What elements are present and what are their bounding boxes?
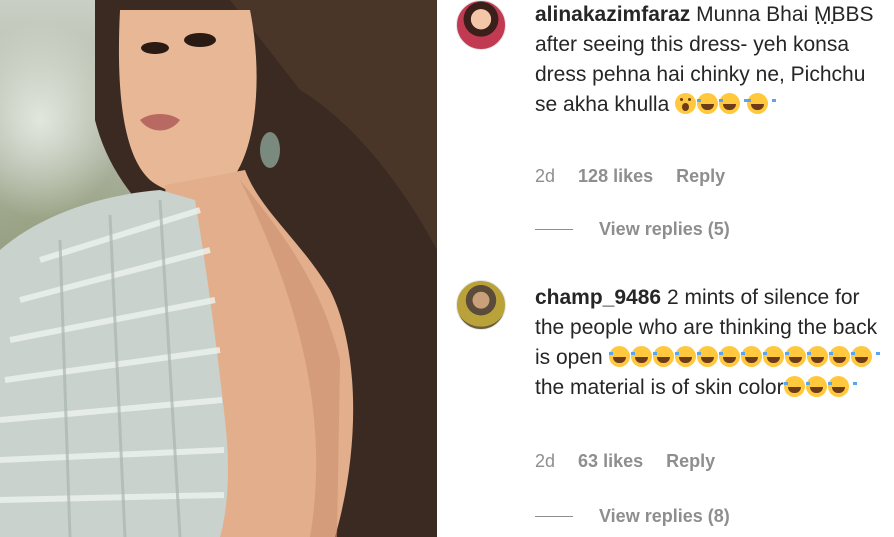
view-replies-button[interactable]: View replies (8) <box>535 506 730 527</box>
comment-meta: 2d 128 likes Reply <box>535 166 743 187</box>
reply-button[interactable]: Reply <box>666 451 715 471</box>
face-with-tears-of-joy-icon <box>696 346 726 367</box>
comment-username[interactable]: alinakazimfaraz <box>535 3 690 26</box>
face-with-open-mouth-icon <box>675 93 697 114</box>
face-with-tears-of-joy-icon <box>827 376 857 397</box>
likes-count[interactable]: 63 likes <box>578 451 643 471</box>
view-replies-label: View replies (8) <box>599 506 730 526</box>
comment-body: the material is of skin color <box>535 376 784 399</box>
face-with-tears-of-joy-icon <box>740 346 770 367</box>
face-with-tears-of-joy-icon <box>762 346 792 367</box>
view-replies-line <box>535 516 573 517</box>
face-with-tears-of-joy-icon <box>718 346 748 367</box>
panel-divider <box>437 0 449 537</box>
face-with-tears-of-joy-icon <box>805 376 835 397</box>
face-with-tears-of-joy-icon <box>652 346 682 367</box>
comment-username[interactable]: champ_9486 <box>535 286 661 309</box>
post-photo <box>0 0 437 537</box>
face-with-tears-of-joy-icon <box>784 346 814 367</box>
view-replies-line <box>535 229 573 230</box>
view-replies-label: View replies (5) <box>599 219 730 239</box>
comment-meta: 2d 63 likes Reply <box>535 451 733 472</box>
face-with-tears-of-joy-icon <box>674 346 704 367</box>
comment-text: champ_9486 2 mints of silence for the pe… <box>535 283 880 403</box>
more-options-icon[interactable]: ... <box>815 4 836 30</box>
avatar[interactable] <box>456 0 506 50</box>
face-with-tears-of-joy-icon <box>719 93 749 114</box>
reply-button[interactable]: Reply <box>676 166 725 186</box>
face-with-tears-of-joy-icon <box>697 93 727 114</box>
likes-count[interactable]: 128 likes <box>578 166 653 186</box>
comment-age: 2d <box>535 451 556 471</box>
view-replies-button[interactable]: View replies (5) <box>535 219 730 240</box>
face-with-tears-of-joy-icon <box>608 346 638 367</box>
face-with-tears-of-joy-icon <box>828 346 858 367</box>
comments-panel: alinakazimfaraz Munna Bhai MBBS after se… <box>449 0 894 537</box>
face-with-tears-of-joy-icon <box>806 346 836 367</box>
face-with-tears-of-joy-icon <box>630 346 660 367</box>
face-with-tears-of-joy-icon <box>783 376 813 397</box>
woman-portrait-image <box>0 0 437 537</box>
avatar[interactable] <box>456 280 506 330</box>
face-with-tears-of-joy-icon <box>746 93 776 114</box>
comment-age: 2d <box>535 166 556 186</box>
face-with-tears-of-joy-icon <box>850 346 880 367</box>
